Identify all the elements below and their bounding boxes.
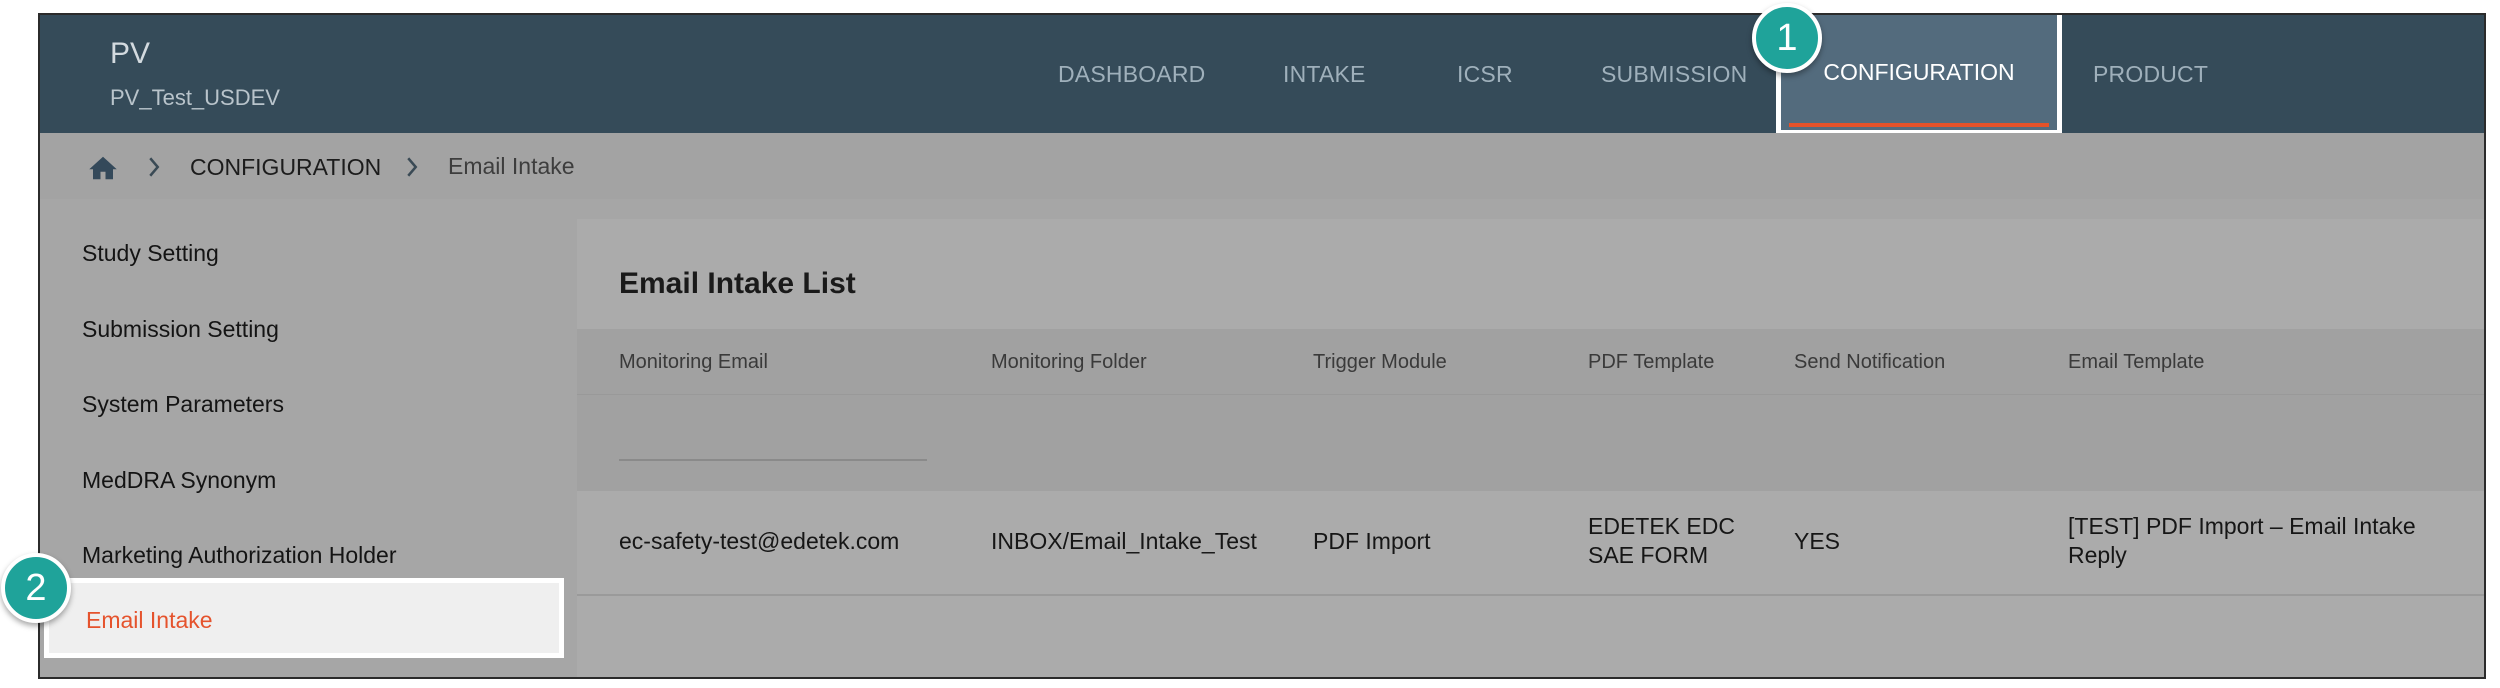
column-header-pdf-template[interactable]: PDF Template (1588, 351, 1714, 374)
nav-intake[interactable]: INTAKE (1283, 15, 1366, 133)
page-title: Email Intake List (619, 267, 856, 300)
filter-row (577, 394, 2484, 492)
breadcrumb-configuration[interactable]: CONFIGURATION (190, 154, 381, 181)
nav-product[interactable]: PRODUCT (2093, 15, 2208, 133)
nav-product-label: PRODUCT (2093, 60, 2209, 87)
cell-send-notification: YES (1794, 528, 1841, 554)
sidebar-item-marketing-authorization-holder[interactable]: Marketing Authorization Holder (82, 542, 397, 569)
cell-monitoring-email: ec-safety-test@edetek.com (619, 528, 900, 554)
sidebar: Study Setting Submission Setting System … (40, 199, 572, 677)
home-icon[interactable] (88, 155, 118, 181)
cell-trigger-module: PDF Import (1313, 528, 1431, 554)
chevron-right-icon (407, 157, 418, 177)
sidebar-item-study-setting[interactable]: Study Setting (82, 240, 219, 267)
nav-intake-label: INTAKE (1283, 60, 1366, 87)
column-header-trigger-module[interactable]: Trigger Module (1313, 351, 1447, 374)
table-row[interactable]: ec-safety-test@edetek.com INBOX/Email_In… (577, 491, 2484, 596)
monitoring-email-filter-input[interactable] (619, 423, 927, 461)
cell-monitoring-folder: INBOX/Email_Intake_Test (991, 528, 1257, 554)
column-header-email-template[interactable]: Email Template (2068, 351, 2204, 374)
cell-email-template-line1: [TEST] PDF Import – Email Intake (2068, 513, 2416, 539)
sidebar-item-meddra-synonym[interactable]: MedDRA Synonym (82, 467, 276, 494)
breadcrumb: CONFIGURATION Email Intake (40, 133, 2484, 199)
step-callout-2: 2 (1, 553, 71, 623)
cell-pdf-template-line1: EDETEK EDC (1588, 513, 1735, 539)
cell-pdf-template-line2: SAE FORM (1588, 542, 1709, 568)
app-title: PV (110, 37, 151, 70)
sidebar-item-email-intake-label: Email Intake (86, 607, 213, 633)
cell-pdf-template: EDETEK EDC SAE FORM (1588, 512, 1735, 570)
breadcrumb-current: Email Intake (448, 153, 575, 179)
nav-dashboard[interactable]: DASHBOARD (1058, 15, 1206, 133)
app-environment: PV_Test_USDEV (110, 85, 280, 110)
chevron-right-icon (149, 157, 160, 177)
sidebar-item-submission-setting[interactable]: Submission Setting (82, 316, 279, 343)
cell-email-template: [TEST] PDF Import – Email Intake Reply (2068, 512, 2416, 570)
sidebar-item-system-parameters[interactable]: System Parameters (82, 391, 284, 418)
nav-icsr[interactable]: ICSR (1457, 15, 1513, 133)
nav-configuration-label: CONFIGURATION (1823, 59, 2015, 85)
cell-email-template-line2: Reply (2068, 542, 2127, 568)
top-header: PV PV_Test_USDEV DASHBOARD INTAKE ICSR S… (40, 15, 2484, 135)
nav-icsr-label: ICSR (1457, 60, 1513, 87)
column-header-monitoring-email[interactable]: Monitoring Email (619, 351, 768, 374)
column-header-send-notification[interactable]: Send Notification (1794, 351, 1945, 374)
column-header-monitoring-folder[interactable]: Monitoring Folder (991, 351, 1147, 374)
app-window: PV PV_Test_USDEV DASHBOARD INTAKE ICSR S… (38, 13, 2486, 679)
active-tab-indicator (1789, 123, 2049, 127)
step-callout-1: 1 (1752, 3, 1822, 73)
email-intake-panel: Email Intake List Monitoring Email Monit… (577, 219, 2484, 677)
nav-dashboard-label: DASHBOARD (1058, 60, 1206, 87)
table-header: Monitoring Email Monitoring Folder Trigg… (577, 329, 2484, 394)
sidebar-item-email-intake[interactable]: Email Intake (44, 578, 564, 658)
nav-submission[interactable]: SUBMISSION (1601, 15, 1747, 133)
nav-submission-label: SUBMISSION (1601, 60, 1748, 87)
